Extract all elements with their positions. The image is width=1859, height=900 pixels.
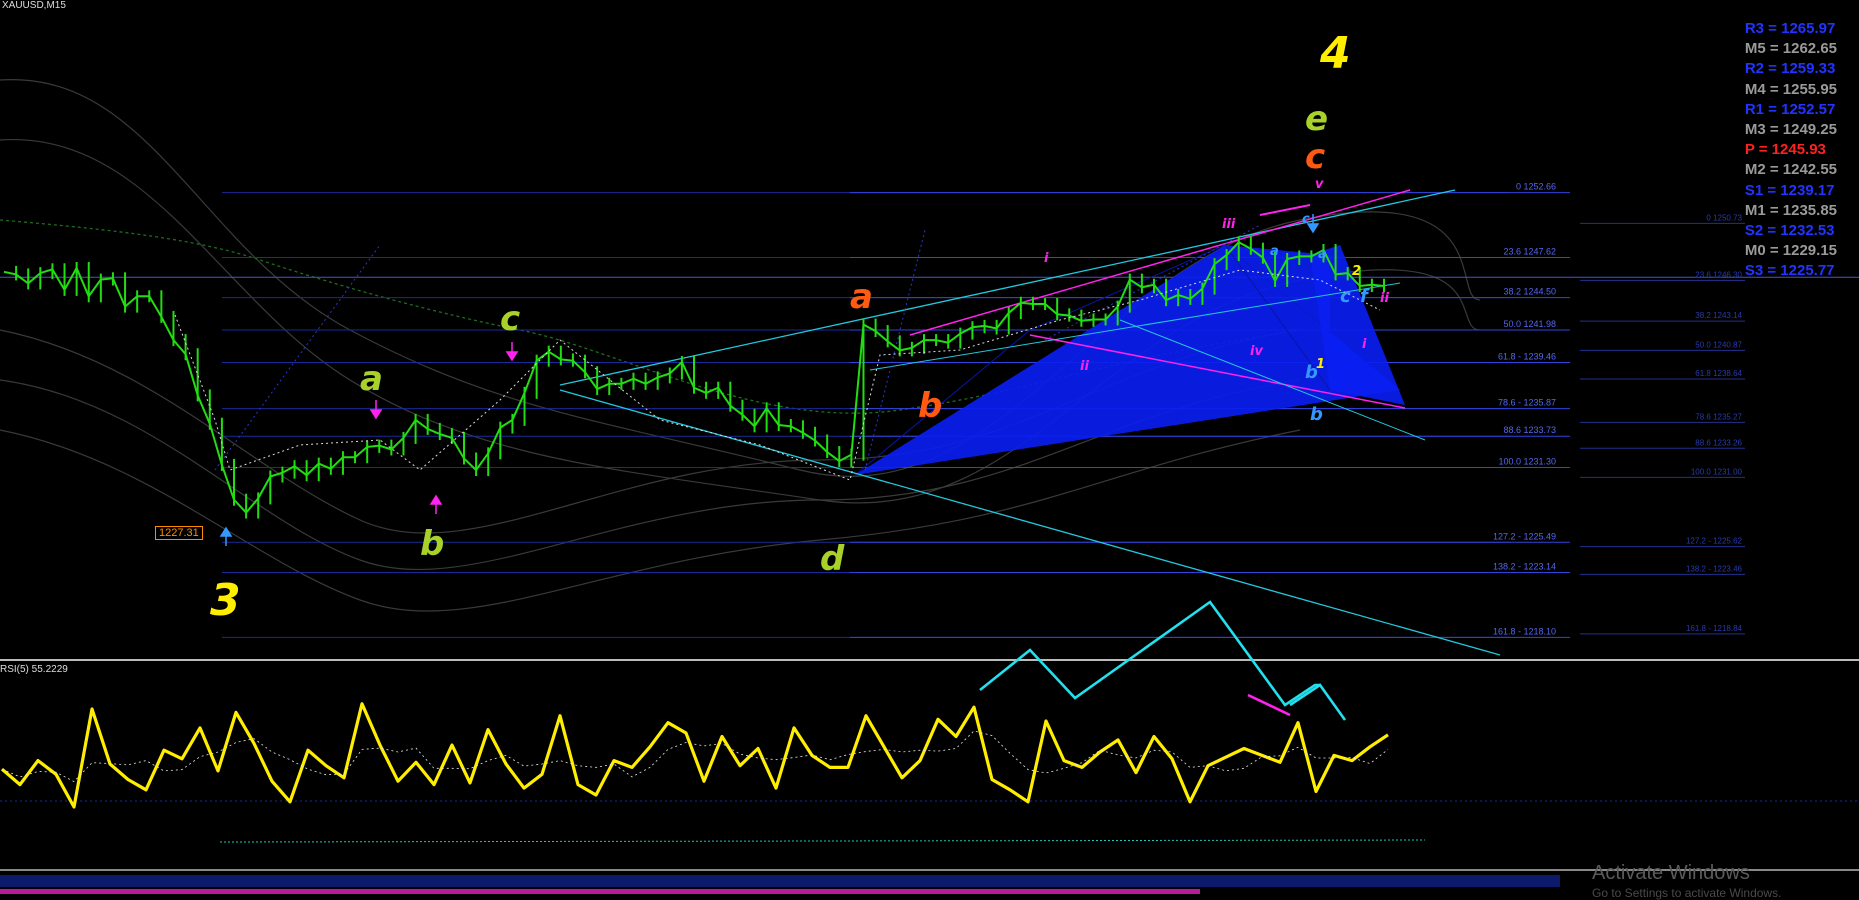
wave-label: c [1302,212,1310,227]
wave-label: iii [1222,217,1236,232]
rsi-divergence-line [979,600,1320,707]
wave-label: 1 [1316,357,1325,372]
rsi-divergence-line [1289,683,1347,721]
signal-arrow-icon [505,342,519,362]
wave-label: a [360,359,383,399]
pivot-row: P = 1245.93 [1744,141,1826,159]
pivot-row: R1 = 1252.57 [1744,100,1836,118]
rsi-indicator-label: RSI(5) 55.2229 [0,664,68,675]
fib-label: 127.2 - 1225.62 [1686,537,1743,546]
fib-label: 138.2 - 1223.14 [1493,562,1556,572]
chart-svg: 0 1252.66 23.6 1247.62 38.2 1244.50 50.0 12… [0,28,1859,894]
wave-label: v [1315,177,1324,192]
wave-label: d [820,539,845,579]
histogram-strip [0,875,1560,887]
fib-label: 78.6 1235.27 [1695,412,1742,421]
wave-label: b [1310,404,1323,425]
wave-label: ii [1380,291,1389,306]
signal-arrow-icon [219,526,233,546]
fib-label: 38.2 1243.14 [1695,311,1742,320]
pivot-row: M4 = 1255.95 [1744,80,1837,98]
fib-label: 138.2 - 1223.46 [1686,564,1743,573]
fib-label: 23.6 1247.62 [1503,246,1556,256]
dotted-projection-2 [864,229,926,471]
wave-label: 3 [210,575,241,626]
wave-label: a [1270,244,1279,259]
fib-label: 0 1250.73 [1706,213,1742,222]
wave-label: iv [1250,344,1263,359]
wave-label: b [420,524,444,564]
rsi-panel [0,600,1859,894]
wave-label: a [1318,247,1327,262]
pivot-row: S2 = 1232.53 [1744,222,1835,240]
watermark-subtitle: Go to Settings to activate Windows. [1592,886,1782,900]
pivot-row: M0 = 1229.15 [1744,242,1837,260]
pivot-row: R2 = 1259.33 [1744,60,1836,78]
wave-label: i [1362,337,1367,352]
fib-label: 127.2 - 1225.49 [1493,531,1556,541]
wave-label: e [1305,99,1328,139]
chart-canvas[interactable]: 0 1252.66 23.6 1247.62 38.2 1244.50 50.0 12… [0,0,1859,900]
symbol-label: XAUUSD,M15 [2,0,66,11]
wave-label: 4 [1319,28,1351,79]
fib-label: 23.6 1246.30 [1695,270,1742,279]
signal-arrow-icon [429,494,443,514]
wave-label: c [500,299,520,339]
pivot-row: R3 = 1265.97 [1744,20,1836,37]
price-tag: 1227.31 [155,526,203,540]
histogram-strip [0,889,1200,894]
fib-label: 161.8 - 1218.84 [1686,624,1743,633]
watermark-title: Activate Windows [1592,862,1750,884]
wave-label: ii [1080,359,1089,374]
wave-label: f [1360,286,1370,307]
fib-label: 38.2 1244.50 [1503,287,1556,297]
pivot-row: S3 = 1225.77 [1744,262,1835,280]
fib-label: 61.8 1238.64 [1695,369,1742,378]
pivot-row: M2 = 1242.55 [1744,161,1837,179]
pivot-row: M5 = 1262.65 [1744,40,1837,58]
fib-label: 61.8 - 1239.46 [1498,351,1556,361]
wave-label: a [850,277,873,317]
fib-label: 88.6 1233.26 [1695,438,1742,447]
fib-label: 50.0 1240.87 [1695,340,1742,349]
fib-label: 88.6 1233.73 [1503,425,1556,435]
wave-label: 2 [1352,264,1361,279]
wave-label: b [918,386,942,426]
wave-label: c [1340,286,1351,307]
fib-label: 78.6 - 1235.87 [1498,398,1556,408]
fib-label: 100.0 1231.30 [1498,457,1556,467]
fib-label: 50.0 1241.98 [1503,319,1556,329]
envelope-band [0,429,1301,612]
pivot-row: S1 = 1239.17 [1744,181,1835,199]
pivot-levels-list: R3 = 1265.97 M5 = 1262.65 R2 = 1259.33 M4 =… [1745,19,1837,282]
rsi-line [0,702,1389,809]
pivot-row: M1 = 1235.85 [1744,201,1837,219]
fib-label: 0 1252.66 [1516,182,1556,192]
pivot-row: M3 = 1249.25 [1744,121,1837,139]
fib-label: 100.0 1231.00 [1691,467,1743,476]
fib-label: 161.8 - 1218.10 [1493,626,1556,636]
wave-label: c [1305,137,1325,177]
wave-label: i [1044,251,1049,266]
rsi-trend-line [219,839,1426,843]
